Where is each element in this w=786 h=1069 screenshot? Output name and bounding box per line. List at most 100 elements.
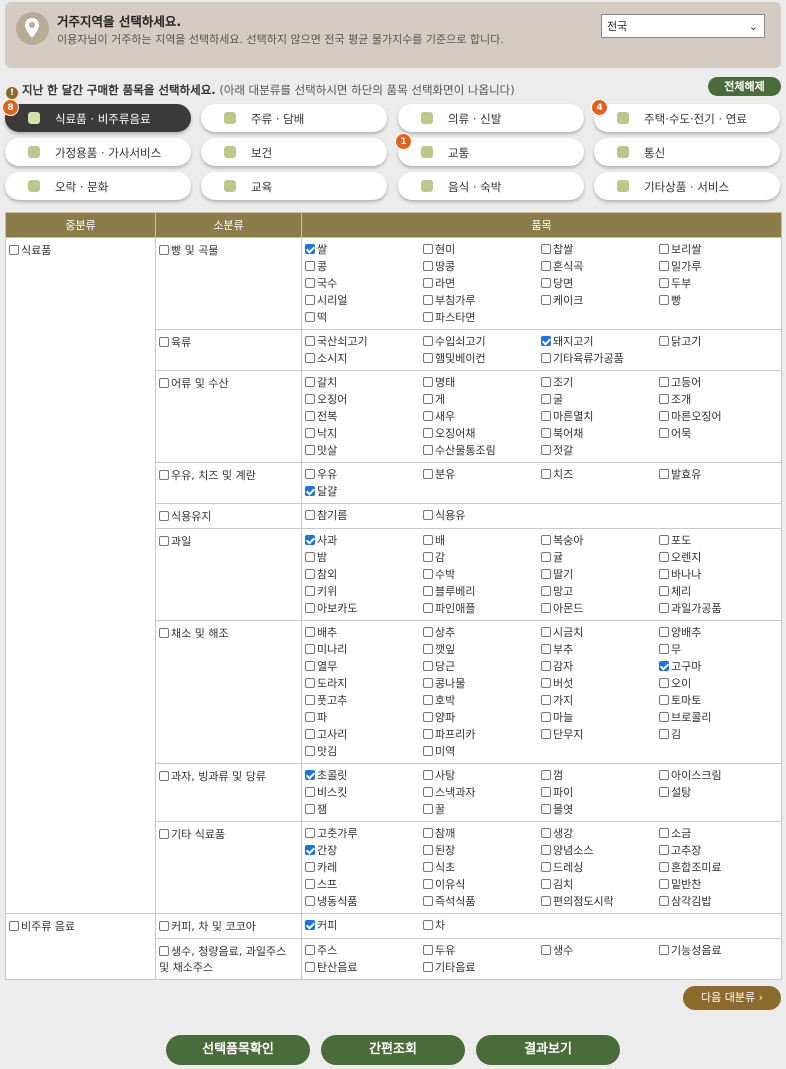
item-option[interactable]: 국수: [305, 276, 423, 291]
category-button[interactable]: 교육: [201, 172, 387, 200]
category-button[interactable]: 가정용품 · 가사서비스: [5, 138, 191, 166]
checkbox[interactable]: [541, 627, 551, 637]
category-button[interactable]: 통신: [594, 138, 780, 166]
item-option[interactable]: 젓갈: [541, 443, 659, 458]
item-option[interactable]: 키위: [305, 584, 423, 599]
checkbox[interactable]: [541, 787, 551, 797]
view-results-button[interactable]: 결과보기: [476, 1035, 620, 1065]
checkbox[interactable]: [541, 862, 551, 872]
checkbox[interactable]: [423, 627, 433, 637]
checkbox[interactable]: [423, 510, 433, 520]
item-option[interactable]: 마늘: [541, 710, 659, 725]
item-option[interactable]: 맛살: [305, 443, 423, 458]
checkbox[interactable]: [305, 586, 315, 596]
item-option[interactable]: 참기름: [305, 508, 423, 523]
item-option[interactable]: 밤: [305, 550, 423, 565]
checkbox[interactable]: [423, 394, 433, 404]
checkbox[interactable]: [659, 845, 669, 855]
sub-category-cell[interactable]: 어류 및 수산: [155, 370, 302, 463]
checkbox[interactable]: [305, 469, 315, 479]
item-option[interactable]: 잼: [305, 802, 423, 817]
item-option[interactable]: 편의점도시락: [541, 894, 659, 909]
item-option[interactable]: 게: [423, 392, 541, 407]
item-option[interactable]: 체리: [659, 584, 777, 599]
item-option[interactable]: 즉석식품: [423, 894, 541, 909]
item-option[interactable]: 마른오징어: [659, 409, 777, 424]
item-option[interactable]: 떡: [305, 310, 423, 325]
checkbox[interactable]: [423, 569, 433, 579]
item-option[interactable]: 분유: [423, 467, 541, 482]
item-option[interactable]: 드레싱: [541, 860, 659, 875]
checkbox[interactable]: [305, 644, 315, 654]
checkbox[interactable]: [541, 428, 551, 438]
checkbox[interactable]: [541, 261, 551, 271]
checkbox[interactable]: [659, 678, 669, 688]
item-option[interactable]: 북어채: [541, 426, 659, 441]
category-button[interactable]: 주택·수도·전기 · 연료 4: [591, 99, 780, 132]
item-option[interactable]: 소시지: [305, 351, 423, 366]
item-option[interactable]: 탄산음료: [305, 960, 423, 975]
item-option[interactable]: 식초: [423, 860, 541, 875]
checkbox[interactable]: [305, 879, 315, 889]
item-option[interactable]: 오이: [659, 676, 777, 691]
checkbox[interactable]: [305, 787, 315, 797]
checkbox[interactable]: [541, 945, 551, 955]
item-option[interactable]: 참외: [305, 567, 423, 582]
checkbox[interactable]: [541, 469, 551, 479]
item-option[interactable]: 꿀: [423, 802, 541, 817]
item-option[interactable]: 당근: [423, 659, 541, 674]
checkbox[interactable]: [305, 428, 315, 438]
item-option[interactable]: 햄및베이컨: [423, 351, 541, 366]
checkbox[interactable]: [659, 879, 669, 889]
item-option[interactable]: 카레: [305, 860, 423, 875]
item-option[interactable]: 소금: [659, 826, 777, 841]
checkbox[interactable]: [159, 921, 169, 931]
checkbox[interactable]: [305, 261, 315, 271]
checkbox[interactable]: [305, 712, 315, 722]
item-option[interactable]: 우유: [305, 467, 423, 482]
category-button[interactable]: 음식 · 숙박: [398, 172, 584, 200]
item-option[interactable]: 호박: [423, 693, 541, 708]
checkbox[interactable]: [541, 729, 551, 739]
item-option[interactable]: 마른멸치: [541, 409, 659, 424]
category-button[interactable]: 교통 1: [395, 133, 584, 166]
checkbox[interactable]: [423, 336, 433, 346]
checkbox[interactable]: [305, 661, 315, 671]
item-option[interactable]: 식용유: [423, 508, 541, 523]
checkbox[interactable]: [305, 920, 315, 930]
item-option[interactable]: 초콜릿: [305, 768, 423, 783]
checkbox[interactable]: [541, 569, 551, 579]
checkbox[interactable]: [541, 336, 551, 346]
item-option[interactable]: 빵: [659, 293, 777, 308]
checkbox[interactable]: [423, 746, 433, 756]
item-option[interactable]: 굴: [541, 392, 659, 407]
checkbox[interactable]: [659, 896, 669, 906]
checkbox[interactable]: [305, 804, 315, 814]
item-option[interactable]: 조기: [541, 375, 659, 390]
sub-category-cell[interactable]: 우유, 치즈 및 계란: [155, 462, 302, 504]
checkbox[interactable]: [423, 535, 433, 545]
checkbox[interactable]: [423, 845, 433, 855]
item-option[interactable]: 파프리카: [423, 727, 541, 742]
checkbox[interactable]: [305, 729, 315, 739]
checkbox[interactable]: [423, 586, 433, 596]
checkbox[interactable]: [423, 603, 433, 613]
checkbox[interactable]: [659, 828, 669, 838]
item-option[interactable]: 생강: [541, 826, 659, 841]
checkbox[interactable]: [541, 770, 551, 780]
checkbox[interactable]: [423, 896, 433, 906]
item-option[interactable]: 양파: [423, 710, 541, 725]
checkbox[interactable]: [423, 278, 433, 288]
checkbox[interactable]: [9, 245, 19, 255]
checkbox[interactable]: [659, 278, 669, 288]
item-option[interactable]: 껌: [541, 768, 659, 783]
item-option[interactable]: 상추: [423, 625, 541, 640]
item-option[interactable]: 밀가루: [659, 259, 777, 274]
item-option[interactable]: 오징어채: [423, 426, 541, 441]
checkbox[interactable]: [423, 312, 433, 322]
checkbox[interactable]: [541, 828, 551, 838]
checkbox[interactable]: [423, 945, 433, 955]
checkbox[interactable]: [423, 469, 433, 479]
item-option[interactable]: 양배추: [659, 625, 777, 640]
item-option[interactable]: 치즈: [541, 467, 659, 482]
